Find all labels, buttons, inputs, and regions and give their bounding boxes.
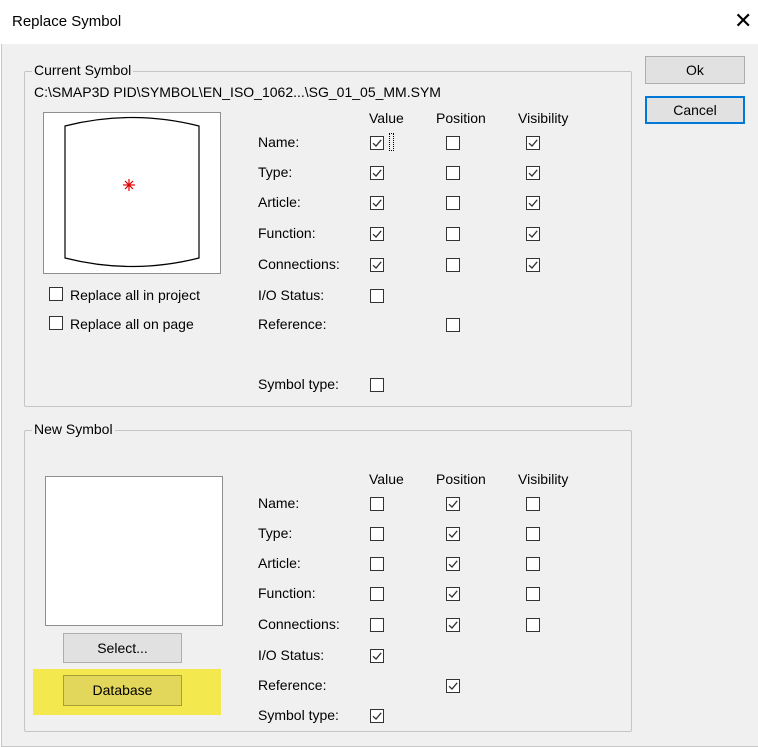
focus-indicator — [389, 133, 394, 151]
new-visibility-checkbox[interactable] — [526, 527, 540, 541]
current-row-label: Symbol type: — [258, 376, 339, 392]
current-position-checkbox[interactable] — [446, 258, 460, 272]
checkmark-icon — [372, 199, 382, 207]
new-row-label: Article: — [258, 555, 301, 571]
current-value-checkbox[interactable] — [370, 196, 384, 210]
current-visibility-checkbox[interactable] — [526, 258, 540, 272]
close-icon[interactable]: ✕ — [734, 10, 752, 32]
current-symbol-path: C:\SMAP3D PID\SYMBOL\EN_ISO_1062...\SG_0… — [34, 84, 441, 100]
new-position-checkbox[interactable] — [446, 527, 460, 541]
current-visibility-checkbox[interactable] — [526, 166, 540, 180]
new-position-checkbox[interactable] — [446, 679, 460, 693]
window-title: Replace Symbol — [12, 13, 122, 30]
cancel-button-label: Cancel — [673, 102, 717, 118]
new-value-checkbox[interactable] — [370, 557, 384, 571]
current-position-checkbox[interactable] — [446, 318, 460, 332]
checkmark-icon — [528, 261, 538, 269]
database-button[interactable]: Database — [63, 675, 182, 706]
current-value-checkbox[interactable] — [370, 258, 384, 272]
current-row-label: Name: — [258, 134, 300, 150]
new-value-checkbox[interactable] — [370, 618, 384, 632]
asterisk-icon — [123, 179, 135, 191]
checkmark-icon — [528, 169, 538, 177]
replace-all-in-project-checkbox[interactable] — [49, 287, 63, 301]
new-value-checkbox[interactable] — [370, 587, 384, 601]
new-position-checkbox[interactable] — [446, 618, 460, 632]
new-row-label: I/O Status: — [258, 647, 325, 663]
current-row-label: Reference: — [258, 316, 327, 332]
new-value-checkbox[interactable] — [370, 497, 384, 511]
new-value-checkbox[interactable] — [370, 527, 384, 541]
current-row-label: Type: — [258, 164, 293, 180]
checkmark-icon — [448, 590, 458, 598]
current-header-position: Position — [436, 110, 486, 126]
current-value-checkbox[interactable] — [370, 136, 384, 150]
current-position-checkbox[interactable] — [446, 227, 460, 241]
new-visibility-checkbox[interactable] — [526, 557, 540, 571]
current-symbol-preview — [43, 112, 221, 274]
new-visibility-checkbox[interactable] — [526, 497, 540, 511]
current-position-checkbox[interactable] — [446, 196, 460, 210]
database-button-label: Database — [92, 682, 153, 698]
replace-all-in-project-label: Replace all in project — [70, 287, 200, 303]
replace-all-on-page-checkbox[interactable] — [49, 316, 63, 330]
new-header-visibility: Visibility — [518, 471, 569, 487]
checkmark-icon — [372, 169, 382, 177]
new-position-checkbox[interactable] — [446, 497, 460, 511]
new-position-checkbox[interactable] — [446, 587, 460, 601]
new-visibility-checkbox[interactable] — [526, 587, 540, 601]
current-value-checkbox[interactable] — [370, 227, 384, 241]
checkmark-icon — [448, 682, 458, 690]
current-row-label: Function: — [258, 225, 316, 241]
new-header-position: Position — [436, 471, 486, 487]
ok-button[interactable]: Ok — [645, 56, 745, 84]
current-position-checkbox[interactable] — [446, 136, 460, 150]
select-button-label: Select... — [97, 640, 148, 656]
current-row-label: Connections: — [258, 256, 340, 272]
checkmark-icon — [372, 712, 382, 720]
select-button[interactable]: Select... — [63, 633, 182, 663]
symbol-drawing — [64, 116, 200, 268]
current-value-checkbox[interactable] — [370, 378, 384, 392]
current-row-label: Article: — [258, 194, 301, 210]
current-symbol-group-label: Current Symbol — [32, 62, 134, 78]
checkmark-icon — [372, 652, 382, 660]
current-header-value: Value — [369, 110, 404, 126]
ok-button-label: Ok — [686, 62, 704, 78]
current-value-checkbox[interactable] — [370, 166, 384, 180]
checkmark-icon — [528, 230, 538, 238]
new-visibility-checkbox[interactable] — [526, 618, 540, 632]
current-visibility-checkbox[interactable] — [526, 227, 540, 241]
current-visibility-checkbox[interactable] — [526, 136, 540, 150]
new-position-checkbox[interactable] — [446, 557, 460, 571]
current-visibility-checkbox[interactable] — [526, 196, 540, 210]
new-row-label: Connections: — [258, 616, 340, 632]
title-bar: Replace Symbol ✕ — [0, 0, 758, 44]
new-header-value: Value — [369, 471, 404, 487]
new-value-checkbox[interactable] — [370, 649, 384, 663]
new-value-checkbox[interactable] — [370, 709, 384, 723]
checkmark-icon — [448, 530, 458, 538]
checkmark-icon — [528, 139, 538, 147]
replace-all-on-page-label: Replace all on page — [70, 316, 194, 332]
checkmark-icon — [372, 230, 382, 238]
cancel-button[interactable]: Cancel — [645, 96, 745, 124]
new-symbol-group-label: New Symbol — [32, 421, 115, 437]
new-row-label: Function: — [258, 585, 316, 601]
checkmark-icon — [372, 261, 382, 269]
checkmark-icon — [372, 139, 382, 147]
current-header-visibility: Visibility — [518, 110, 569, 126]
checkmark-icon — [528, 199, 538, 207]
current-value-checkbox[interactable] — [370, 289, 384, 303]
current-row-label: I/O Status: — [258, 287, 325, 303]
checkmark-icon — [448, 500, 458, 508]
new-symbol-preview — [45, 476, 223, 626]
new-row-label: Reference: — [258, 677, 327, 693]
new-row-label: Type: — [258, 525, 293, 541]
current-position-checkbox[interactable] — [446, 166, 460, 180]
new-row-label: Name: — [258, 495, 300, 511]
checkmark-icon — [448, 560, 458, 568]
checkmark-icon — [448, 621, 458, 629]
new-row-label: Symbol type: — [258, 707, 339, 723]
